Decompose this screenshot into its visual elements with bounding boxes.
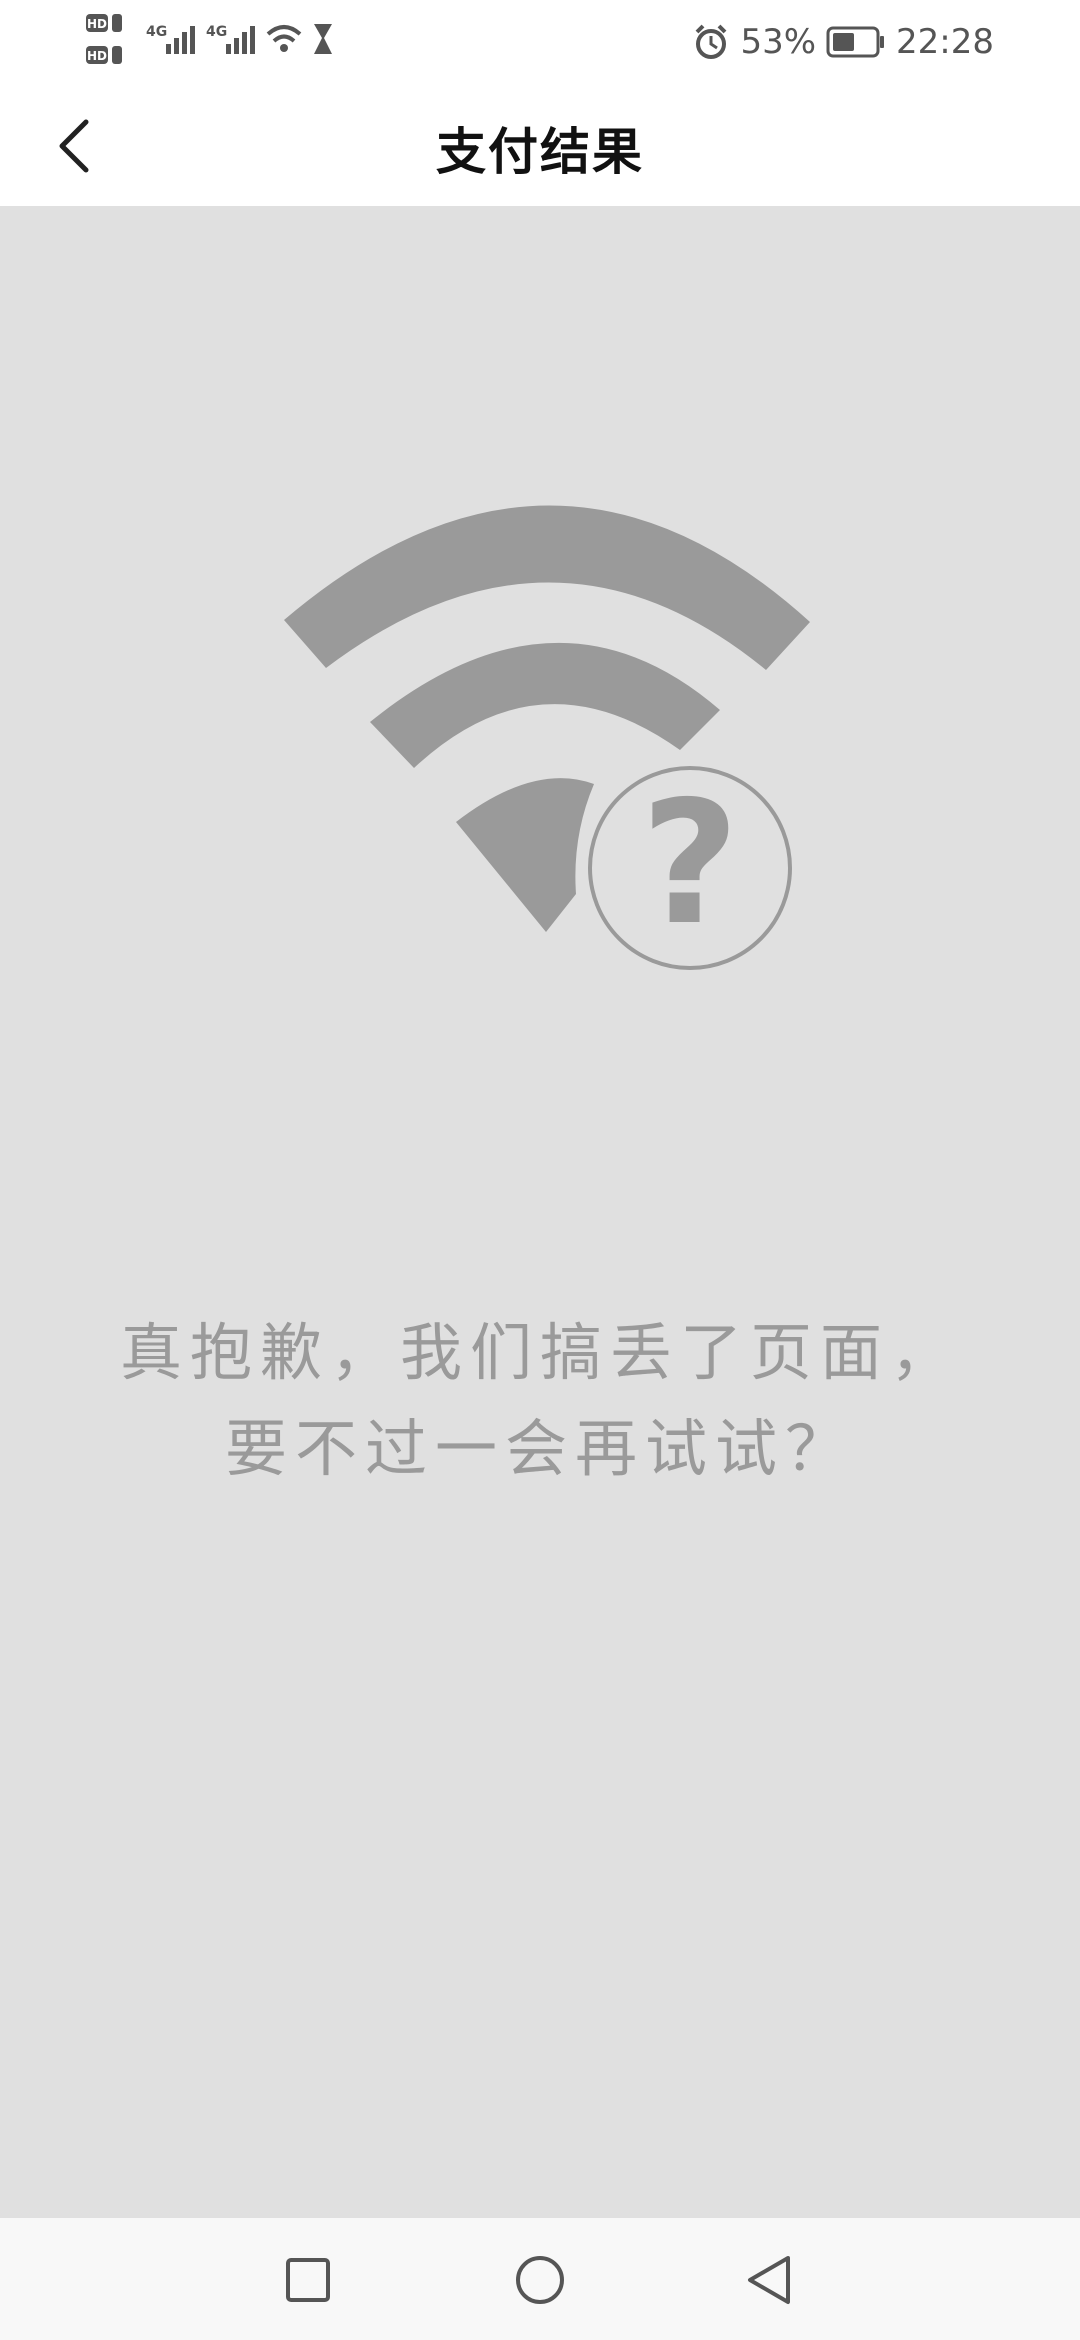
svg-text:HD: HD <box>87 49 107 63</box>
page-title: 支付结果 <box>436 123 644 181</box>
system-nav-bar <box>0 2218 1080 2340</box>
svg-text:4G: 4G <box>206 24 227 40</box>
wifi-question-icon: ? <box>284 505 810 970</box>
status-bar: HD HD 4G 4G 53% 22:28 <box>0 0 1080 84</box>
back-triangle-icon <box>748 2256 790 2304</box>
sim-network-icons: HD HD 4G 4G <box>86 14 332 64</box>
nav-back-button[interactable] <box>730 2240 810 2320</box>
status-left-icons: HD HD 4G 4G <box>86 12 346 72</box>
home-icon <box>516 2256 564 2304</box>
recent-apps-icon <box>286 2258 330 2302</box>
recent-apps-button[interactable] <box>268 2240 348 2320</box>
status-time: 22:28 <box>896 22 994 62</box>
home-button[interactable] <box>500 2240 580 2320</box>
app-bar: 支付结果 <box>0 84 1080 206</box>
svg-text:?: ? <box>641 765 740 963</box>
status-right-icons: 53% 22:28 <box>692 16 994 68</box>
svg-text:4G: 4G <box>146 24 167 40</box>
battery-percent: 53% <box>740 22 817 62</box>
battery-icon <box>826 26 885 58</box>
alarm-icon <box>696 24 727 59</box>
error-message-line2: 要不过一会再试试？ <box>224 1412 855 1485</box>
error-message-line1: 真抱歉，我们搞丢了页面， <box>119 1316 960 1389</box>
svg-text:HD: HD <box>87 17 107 31</box>
